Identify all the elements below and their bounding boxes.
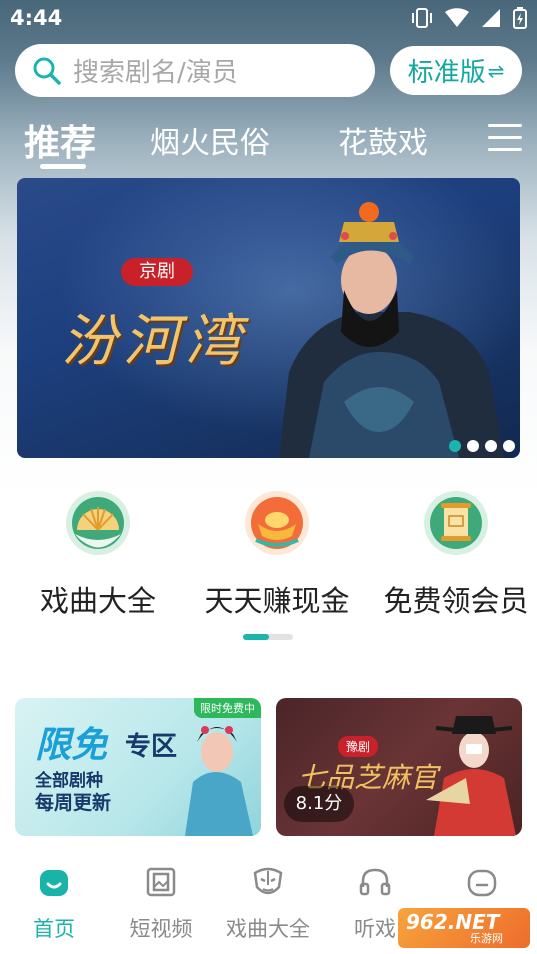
quick-entry-label: 天天赚现金 (204, 584, 350, 618)
status-time: 4:44 (10, 6, 63, 30)
quick-entry-scroll-indicator (243, 634, 293, 640)
nav-label: 戏曲大全 (226, 917, 310, 941)
quick-entry-label: 戏曲大全 (39, 584, 156, 618)
nav-label: 短视频 (129, 917, 193, 941)
banner-dot[interactable] (467, 440, 479, 452)
banner-genre-tag: 京剧 (121, 258, 193, 286)
free-zone-line2: 每周更新 (35, 792, 112, 814)
battery-icon (513, 7, 527, 29)
banner-title: 汾河湾 (61, 309, 247, 374)
performer-image (279, 202, 504, 458)
search-bar[interactable]: 搜索剧名/演员 (15, 44, 375, 97)
opera-mask-icon (253, 867, 283, 895)
fan-icon (66, 491, 130, 555)
banner-pagination (449, 440, 515, 452)
watermark-sub: 乐游网 (470, 932, 503, 945)
actress-illustration (185, 726, 253, 836)
signal-icon (482, 9, 500, 27)
headphones-icon (359, 868, 391, 896)
official-performer-image (426, 716, 516, 836)
nav-label: 首页 (33, 917, 75, 941)
nav-home[interactable]: 首页 (0, 865, 108, 943)
rating-badge: 8.1分 (284, 786, 354, 822)
tab-folk[interactable]: 烟火民俗 (150, 118, 270, 162)
free-zone-title: 限免 (35, 725, 108, 766)
version-label: 标准版 (407, 58, 486, 88)
active-tab-indicator (40, 164, 86, 169)
category-tabs: 推荐 烟火民俗 花鼓戏 (0, 110, 537, 170)
wifi-icon (445, 8, 469, 27)
version-toggle-button[interactable]: 标准版 ⇌ (390, 46, 522, 95)
site-watermark: 962.NET 乐游网 (398, 908, 530, 948)
tab-recommend[interactable]: 推荐 (24, 114, 96, 166)
banner-dot-active[interactable] (449, 440, 461, 452)
promo-card-free-zone[interactable]: 限时免费中 限免 专区 全部剧种 每周更新 (15, 698, 261, 836)
status-icons (411, 6, 527, 30)
search-placeholder: 搜索剧名/演员 (73, 58, 238, 88)
menu-icon[interactable] (488, 124, 522, 154)
gold-ingot-icon (245, 491, 309, 555)
banner-dot[interactable] (503, 440, 515, 452)
nav-short-video[interactable]: 短视频 (107, 865, 215, 943)
search-icon (33, 57, 61, 85)
home-icon (40, 870, 68, 896)
hero-banner[interactable]: 京剧 汾河湾 (17, 178, 520, 458)
quick-entry-label: 免费领会员 (383, 584, 529, 618)
tab-huagu[interactable]: 花鼓戏 (338, 118, 428, 162)
quick-entry-opera-collection[interactable]: 戏曲大全 (18, 490, 178, 620)
promo-card-opera[interactable]: 豫剧 七品芝麻官 8.1分 (276, 698, 522, 836)
vibrate-icon (412, 8, 432, 28)
nav-opera-collection[interactable]: 戏曲大全 (214, 865, 322, 943)
status-bar: 4:44 (0, 0, 537, 36)
profile-icon (467, 869, 497, 897)
quick-entry-earn-cash[interactable]: 天天赚现金 (197, 490, 357, 620)
swap-icon: ⇌ (487, 58, 505, 83)
short-video-icon (146, 867, 176, 897)
opera-genre-tag: 豫剧 (338, 736, 379, 757)
free-zone-subtitle: 专区 (125, 732, 178, 762)
banner-dot[interactable] (485, 440, 497, 452)
quick-entry-free-vip[interactable]: 免费领会员 (376, 490, 536, 620)
vip-scroll-icon (424, 491, 488, 555)
